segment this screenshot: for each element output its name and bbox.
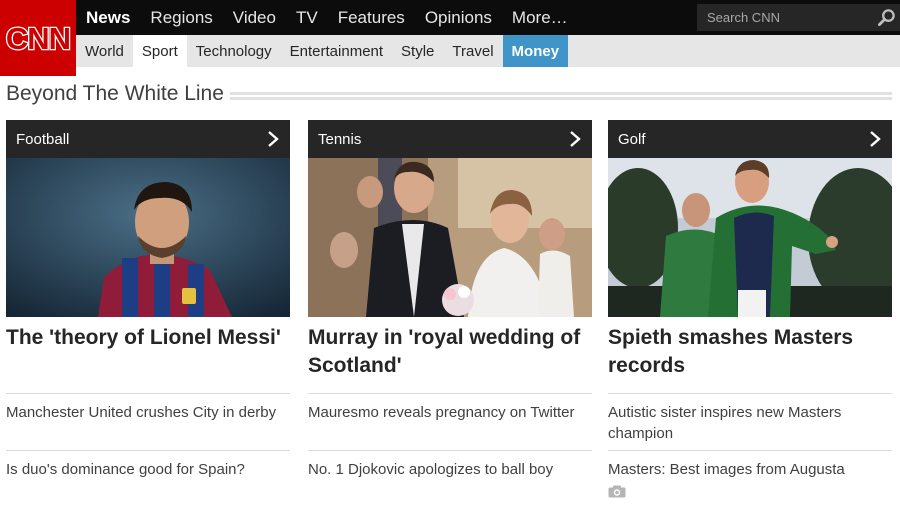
chevron-right-icon [268, 131, 279, 147]
camera-icon [608, 485, 626, 498]
section-rule [229, 91, 892, 100]
story-link[interactable]: Is duo's dominance good for Spain? [6, 450, 290, 480]
nav-more[interactable]: More… [512, 8, 568, 28]
story-link[interactable]: Mauresmo reveals pregnancy on Twitter [308, 393, 592, 450]
nav-regions[interactable]: Regions [150, 8, 212, 28]
subnav-sport[interactable]: Sport [132, 35, 187, 67]
subnav-style[interactable]: Style [392, 35, 443, 67]
chevron-right-icon [570, 131, 581, 147]
chevron-right-icon [870, 131, 881, 147]
category-label: Golf [618, 130, 646, 148]
subnav-entertainment[interactable]: Entertainment [281, 35, 392, 67]
story-link[interactable]: No. 1 Djokovic apologizes to ball boy [308, 450, 592, 480]
football-player-photo [6, 158, 290, 317]
subnav-money[interactable]: Money [502, 35, 569, 67]
story-photo[interactable] [6, 158, 290, 317]
story-link[interactable]: Manchester United crushes City in derby [6, 393, 290, 450]
subnav-world[interactable]: World [76, 35, 133, 67]
nav-features[interactable]: Features [338, 8, 405, 28]
story-headline[interactable]: Murray in 'royal wedding of Scotland' [308, 317, 592, 393]
cnn-logo-mark: CNN [5, 20, 71, 58]
secondary-nav: World Sport Technology Entertainment Sty… [76, 35, 569, 67]
story-link-text: Masters: Best images from Augusta [608, 461, 845, 478]
nav-news[interactable]: News [86, 8, 130, 28]
column-tennis: Tennis Murray in 'royal wedding of Scotl… [308, 120, 592, 480]
section-heading: Beyond The White Line [6, 80, 892, 108]
category-header-tennis[interactable]: Tennis [308, 120, 592, 158]
story-photo[interactable] [308, 158, 592, 317]
subnav-travel[interactable]: Travel [443, 35, 502, 67]
nav-video[interactable]: Video [233, 8, 276, 28]
gallery-camera-icon-wrap [608, 483, 892, 504]
category-header-golf[interactable]: Golf [608, 120, 892, 158]
primary-nav: News Regions Video TV Features Opinions … [86, 0, 588, 35]
story-headline[interactable]: Spieth smashes Masters records [608, 317, 892, 393]
column-football: Football The 'theory of Lionel Messi' Ma… [6, 120, 290, 480]
story-photo[interactable] [608, 158, 892, 317]
wedding-couple-photo [308, 158, 592, 317]
search-icon[interactable] [877, 8, 896, 27]
cnn-logo[interactable]: CNN [0, 0, 76, 76]
category-label: Tennis [318, 130, 362, 148]
secondary-bar: World Sport Technology Entertainment Sty… [0, 35, 900, 67]
story-link[interactable]: Autistic sister inspires new Masters cha… [608, 393, 892, 450]
search-box [697, 4, 900, 31]
column-golf: Golf Spieth smashes Masters records Auti… [608, 120, 892, 504]
search-input[interactable] [697, 4, 867, 31]
top-bar: News Regions Video TV Features Opinions … [0, 0, 900, 35]
subnav-technology[interactable]: Technology [187, 35, 281, 67]
nav-tv[interactable]: TV [296, 8, 318, 28]
story-headline[interactable]: The 'theory of Lionel Messi' [6, 317, 290, 393]
story-link[interactable]: Masters: Best images from Augusta [608, 450, 892, 504]
category-label: Football [16, 130, 70, 148]
category-header-football[interactable]: Football [6, 120, 290, 158]
nav-opinions[interactable]: Opinions [425, 8, 492, 28]
logo-text: CNN [6, 21, 70, 56]
section-title: Beyond The White Line [6, 82, 224, 105]
golf-green-jacket-photo [608, 158, 892, 317]
